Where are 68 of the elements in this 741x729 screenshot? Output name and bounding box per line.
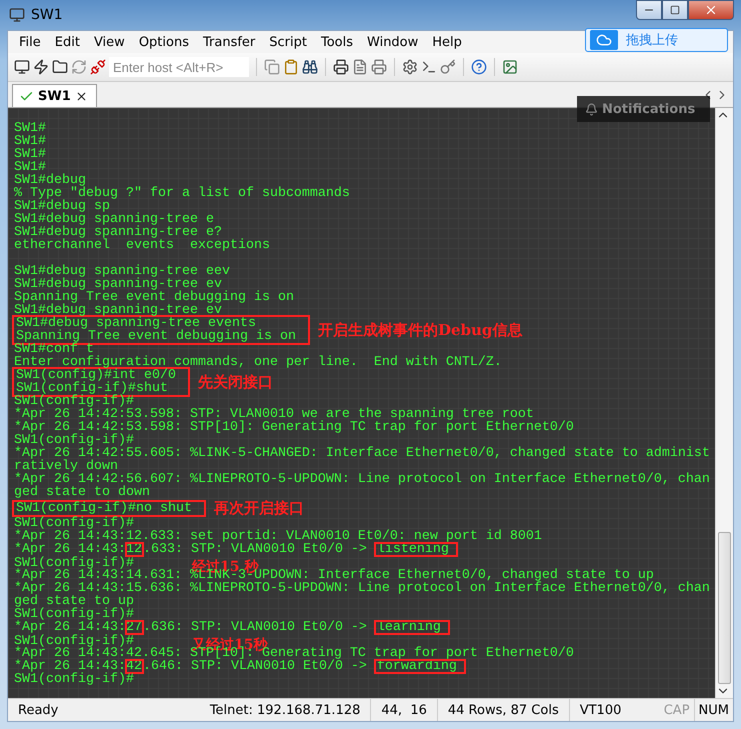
app-icon (9, 7, 25, 23)
terminal-text: .646: STP: VLAN0010 Et0/0 -> (142, 659, 368, 674)
highlighted-text: forwarding (374, 660, 465, 673)
terminal-text: .633: STP: VLAN0010 Et0/0 -> (142, 542, 368, 557)
terminal-size: 44 Rows, 87 Cols (436, 699, 569, 721)
menu-item[interactable]: Options (132, 34, 196, 50)
cloud-icon (590, 30, 618, 50)
upload-button[interactable]: 拖拽上传 (585, 28, 728, 52)
session-tab[interactable]: SW1 (12, 84, 97, 107)
cursor-position: 44, 16 (370, 699, 437, 721)
terminal-line: *Apr 26 14:43:15.636: %LINEPROTO-5-UPDOWN: Line protocol on Interface Ethernet0/0, chan (14, 581, 710, 596)
clipboard-icon[interactable] (283, 59, 299, 75)
menu-item[interactable]: Tools (314, 34, 360, 50)
folder-icon[interactable] (52, 59, 68, 75)
notifications-label: Notifications (602, 102, 696, 116)
key-icon[interactable] (440, 59, 456, 75)
terminal-line: SW1# (14, 160, 46, 175)
terminal-text: .636: STP: VLAN0010 Et0/0 -> (142, 620, 368, 635)
copy-icon[interactable] (264, 59, 280, 75)
terminal-line: SW1(config-if)#no shut (16, 500, 192, 516)
close-icon[interactable] (74, 90, 88, 102)
menu-item[interactable]: Script (262, 34, 314, 50)
maximize-button[interactable] (662, 0, 688, 20)
terminal-line: SW1# (14, 147, 46, 162)
scrollbar-thumb[interactable] (718, 532, 731, 684)
scrollbar[interactable] (715, 108, 733, 698)
emulation-type: VT100 (568, 699, 660, 721)
menu-item[interactable]: Help (425, 34, 469, 50)
minimize-button[interactable] (636, 0, 662, 20)
status-message: Ready (17, 702, 60, 720)
highlighted-text: learning (374, 621, 449, 634)
terminal-line: etherchannel events exceptions (14, 238, 270, 253)
connection-status: Telnet: 192.168.71.128 (208, 702, 362, 720)
host-field[interactable]: Enter host <Alt+R> (109, 57, 249, 77)
key-indicator: CAP (662, 702, 691, 720)
menu-item[interactable]: Window (360, 34, 426, 50)
help-icon[interactable] (471, 59, 487, 75)
terminal-line: SW1# (14, 121, 46, 136)
maximize-icon (670, 5, 680, 15)
terminal-text: *Apr 26 14:43: (14, 542, 126, 557)
menu-item[interactable]: Edit (48, 34, 87, 50)
terminal-line: *Apr 26 14:42:56.607: %LINEPROTO-5-UPDOWN: Line protocol on Interface Ethernet0/0, chan (14, 472, 710, 487)
binoculars-icon[interactable] (302, 59, 318, 75)
key-indicator: NUM (694, 699, 733, 721)
terminal-icon[interactable] (14, 59, 30, 75)
lightning-icon[interactable] (33, 59, 49, 75)
picture-icon[interactable] (502, 59, 518, 75)
terminal-line: ged state to down (14, 485, 150, 500)
menu-item[interactable]: Transfer (196, 34, 262, 50)
highlighted-text: listening (374, 543, 457, 556)
close-icon (704, 3, 718, 17)
terminal-line: SW1# (14, 134, 46, 149)
window-title: SW1 (31, 7, 63, 23)
menu-item[interactable]: File (12, 34, 48, 50)
terminal-line: SW1(config-if)# (14, 672, 134, 687)
printer-icon[interactable] (333, 59, 349, 75)
terminal-text: *Apr 26 14:43: (14, 620, 126, 635)
close-button[interactable] (688, 0, 734, 20)
document-icon[interactable] (352, 59, 368, 75)
settings-icon[interactable] (402, 59, 418, 75)
menu-item[interactable]: View (86, 34, 132, 50)
annotation-note: 先关闭接口 (198, 373, 273, 391)
bell-icon (585, 102, 598, 116)
annotation-note: 再次开启接口 (214, 499, 304, 517)
terminal-icon[interactable] (421, 59, 437, 75)
annotation-note: 开启生成树事件的Debug信息 (318, 321, 522, 339)
tab-label: SW1 (38, 88, 71, 104)
disconnect-icon[interactable] (90, 59, 106, 75)
